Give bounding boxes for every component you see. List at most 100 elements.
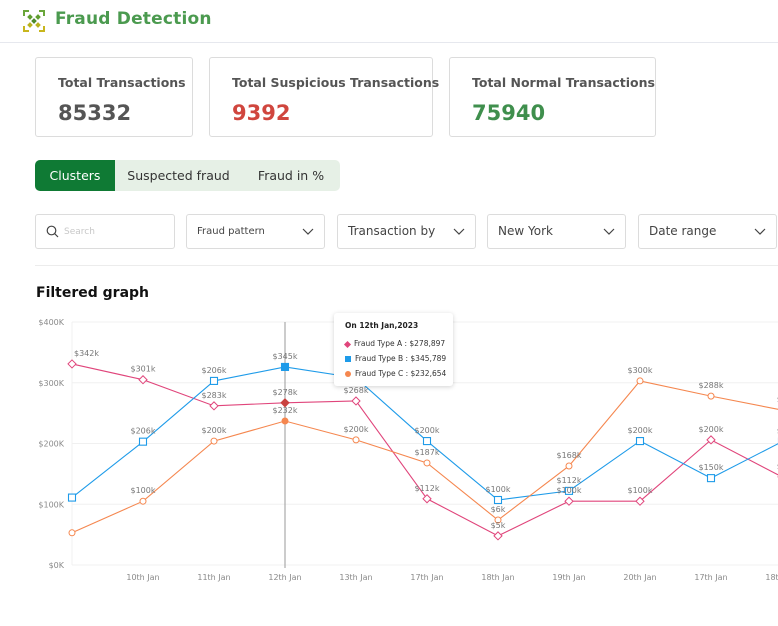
data-label: $200k: [699, 425, 724, 434]
app-header: Fraud Detection: [0, 0, 778, 43]
diamond-marker-icon: [343, 340, 352, 348]
data-point-circle[interactable]: [636, 377, 644, 385]
section-divider: [35, 265, 778, 266]
card-total-transactions: Total Transactions 85332: [35, 57, 193, 137]
data-label: $100k: [628, 486, 653, 495]
data-label: $5k: [491, 521, 506, 530]
data-label: $200k: [344, 425, 369, 434]
tab-clusters[interactable]: Clusters: [35, 160, 115, 191]
data-point-circle[interactable]: [139, 497, 147, 505]
data-point-square[interactable]: [422, 437, 432, 446]
data-point-circle[interactable]: [68, 529, 76, 537]
data-label: $342k: [74, 349, 99, 358]
data-label: $345k: [273, 352, 298, 361]
data-label: $200k: [202, 426, 227, 435]
data-label: $112k: [415, 484, 440, 493]
data-label: $278k: [273, 388, 298, 397]
data-label: $268k: [344, 386, 369, 395]
card-value: 85332: [58, 101, 132, 125]
tab-suspected-fraud[interactable]: Suspected fraud: [115, 160, 242, 191]
search-icon: [46, 225, 59, 238]
y-tick-label: $300K: [38, 379, 64, 388]
transaction-by-dropdown[interactable]: Transaction by: [337, 214, 476, 249]
data-point-square[interactable]: [635, 437, 645, 446]
x-tick-label: 18th Jan: [765, 573, 778, 582]
date-range-dropdown[interactable]: Date range: [638, 214, 777, 249]
data-point-square[interactable]: [706, 474, 716, 483]
data-point-circle[interactable]: [423, 459, 431, 467]
data-label: $200k: [628, 426, 653, 435]
card-label: Total Normal Transactions: [472, 75, 655, 90]
tooltip-title: On 12th Jan,2023: [345, 321, 419, 330]
tooltip-row-type-c: Fraud Type C : $232,654: [345, 369, 446, 378]
dropdown-value: Transaction by: [348, 224, 436, 238]
data-point-square[interactable]: [493, 495, 503, 505]
data-point-square[interactable]: [138, 437, 148, 446]
data-point-diamond[interactable]: [351, 396, 361, 406]
tooltip-row-type-b: Fraud Type B : $345,789: [345, 354, 446, 363]
data-point-square[interactable]: [67, 493, 77, 502]
data-point-diamond[interactable]: [67, 359, 77, 369]
x-tick-label: 20th Jan: [623, 573, 656, 582]
y-tick-label: $400K: [38, 318, 64, 327]
search-box[interactable]: [35, 214, 175, 249]
y-tick-label: $200K: [38, 440, 64, 449]
data-label: $6k: [491, 505, 506, 514]
card-suspicious-transactions: Total Suspicious Transactions 9392: [209, 57, 439, 137]
data-point-circle[interactable]: [565, 462, 573, 470]
tooltip-row-label: Fraud Type B : $345,789: [355, 354, 447, 363]
data-point-square[interactable]: [209, 376, 219, 385]
data-label: $168k: [557, 451, 582, 460]
dropdown-value: Fraud pattern: [197, 226, 265, 237]
square-marker-icon: [345, 356, 351, 362]
data-point-square[interactable]: [280, 362, 290, 372]
chevron-down-icon: [302, 228, 314, 235]
data-label: $206k: [131, 427, 156, 436]
tooltip-row-label: Fraud Type C : $232,654: [355, 369, 447, 378]
dropdown-value: New York: [498, 224, 553, 238]
data-label: $150k: [699, 463, 724, 472]
tab-fraud-percent[interactable]: Fraud in %: [242, 160, 340, 191]
chart-tooltip: On 12th Jan,2023 Fraud Type A : $278,897…: [334, 313, 453, 386]
expand-arrows-logo-icon: [23, 10, 45, 32]
data-label: $301k: [131, 365, 156, 374]
data-label: $187k: [415, 448, 440, 457]
y-tick-label: $0K: [49, 561, 65, 570]
circle-marker-icon: [345, 371, 351, 377]
data-point-circle[interactable]: [281, 417, 289, 425]
x-tick-label: 17th Jan: [410, 573, 443, 582]
data-label: $200k: [415, 426, 440, 435]
data-point-circle[interactable]: [210, 437, 218, 445]
app-title: Fraud Detection: [55, 9, 212, 29]
card-value: 9392: [232, 101, 291, 125]
data-label: $288k: [699, 381, 724, 390]
data-point-diamond[interactable]: [209, 401, 219, 411]
fraud-pattern-dropdown[interactable]: Fraud pattern: [186, 214, 325, 249]
x-tick-label: 17th Jan: [694, 573, 727, 582]
data-label: $100k: [131, 486, 156, 495]
dropdown-value: Date range: [649, 224, 717, 238]
data-label: $112k: [557, 476, 582, 485]
x-tick-label: 10th Jan: [126, 573, 159, 582]
card-label: Total Transactions: [58, 75, 186, 90]
chevron-down-icon: [754, 228, 766, 235]
data-label: $232k: [273, 406, 298, 415]
x-tick-label: 18th Jan: [481, 573, 514, 582]
y-tick-label: $100K: [38, 500, 64, 509]
view-tabs: Clusters Suspected fraud Fraud in %: [35, 160, 340, 191]
data-point-diamond[interactable]: [422, 494, 432, 504]
search-input[interactable]: [64, 223, 164, 241]
data-point-circle[interactable]: [707, 392, 715, 400]
card-value: 75940: [472, 101, 546, 125]
data-label: $206k: [202, 366, 227, 375]
data-point-circle[interactable]: [352, 436, 360, 444]
chevron-down-icon: [453, 228, 465, 235]
x-tick-label: 12th Jan: [268, 573, 301, 582]
card-label: Total Suspicious Transactions: [232, 75, 440, 90]
x-tick-label: 11th Jan: [197, 573, 230, 582]
data-point-diamond[interactable]: [493, 531, 503, 541]
location-dropdown[interactable]: New York: [487, 214, 626, 249]
data-label: $300k: [628, 366, 653, 375]
tooltip-row-label: Fraud Type A : $278,897: [354, 339, 446, 348]
x-tick-label: 19th Jan: [552, 573, 585, 582]
